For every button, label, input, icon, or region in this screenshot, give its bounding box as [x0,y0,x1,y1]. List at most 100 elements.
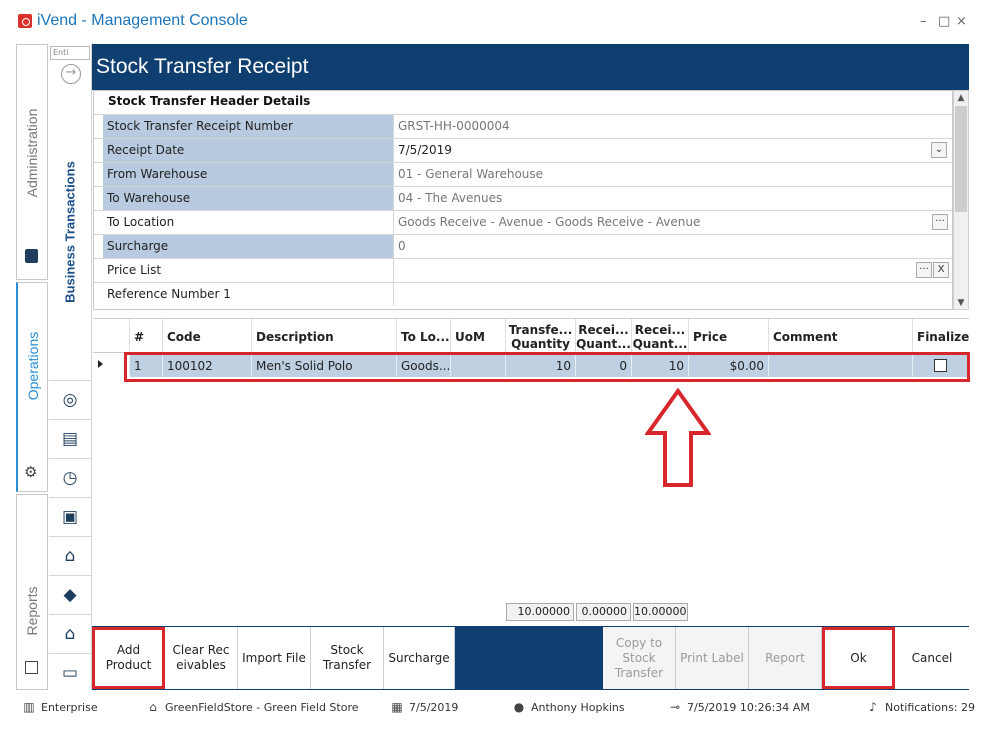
column-header[interactable]: To Lo... [396,319,450,354]
scroll-up-icon[interactable]: ▲ [953,93,969,103]
status-date-label: 7/5/2019 [409,701,459,714]
surcharge-button[interactable]: Surcharge [384,627,455,689]
clear-receivables-label: Clear Receivables [172,643,230,672]
status-date: ▦ 7/5/2019 [390,700,459,715]
status-user: ● Anthony Hopkins [512,700,625,715]
header-row-to-warehouse: To Warehouse 04 - The Avenues [94,186,952,210]
calendar-icon: ▦ [391,700,403,714]
total-received-quantity: 0.00000 [576,603,631,621]
user-icon: ● [513,700,525,714]
receipt-number-field: GRST-HH-0000004 [393,115,952,138]
gear-icon: ⚙ [24,463,38,481]
cash-register-icon[interactable]: ▤ [49,419,91,457]
nav-search-input[interactable]: Enti [50,46,90,60]
status-edition-label: Enterprise [41,701,98,714]
header-label: From Warehouse [103,163,393,186]
chevron-down-icon[interactable]: ⌄ [931,142,947,158]
surcharge-field: 0 [393,235,952,258]
business-transactions-label: Business Transactions [62,161,78,303]
tab-operations-label: Operations [24,331,41,401]
column-header[interactable]: Transfe... Quantity [505,319,575,354]
copy-to-stock-transfer-label: Copy to Stock Transfer [614,635,664,680]
add-product-label: Add Product [105,643,152,672]
import-file-button[interactable]: Import File [238,627,311,689]
header-details-title: Stock Transfer Header Details [108,94,311,108]
from-warehouse-field: 01 - General Warehouse [393,163,952,186]
status-edition: ▥ Enterprise [22,700,98,715]
reference-number-field[interactable] [393,283,952,306]
ellipsis-button[interactable]: ··· [916,262,932,278]
maximize-button[interactable]: □ [938,14,950,29]
status-store: ⌂ GreenFieldStore - Green Field Store [146,700,359,715]
tab-administration[interactable]: Administration [16,44,48,280]
scroll-down-icon[interactable]: ▼ [953,298,969,308]
header-row-reference-number: Reference Number 1 [94,282,952,306]
print-label-button: Print Label [676,627,749,689]
column-header[interactable]: Recei... Quant... [575,319,631,354]
to-location-value: Goods Receive - Avenue - Goods Receive -… [398,215,701,229]
app-logo-icon [18,14,32,28]
window-title: iVend - Management Console [37,12,248,29]
header-label: Surcharge [103,235,393,258]
column-header[interactable]: Code [162,319,251,354]
tab-reports-label: Reports [24,586,40,636]
warehouse-icon[interactable]: ⌂ [49,536,91,574]
bell-icon: ♪ [869,700,877,714]
clear-button[interactable]: X [933,262,949,278]
header-row-from-warehouse: From Warehouse 01 - General Warehouse [94,162,952,186]
column-header[interactable]: Comment [768,319,912,354]
status-store-label: GreenFieldStore - Green Field Store [165,701,359,714]
header-label: Price List [107,263,162,277]
gift-card-icon[interactable]: ▭ [49,653,91,689]
tab-operations[interactable]: Operations ⚙ [16,282,48,492]
header-row-surcharge: Surcharge 0 [94,234,952,258]
receipt-date-field[interactable]: 7/5/2019 ⌄ [393,139,952,162]
report-button: Report [749,627,822,689]
header-row-to-location: To Location Goods Receive - Avenue - Goo… [94,210,952,234]
status-notifications[interactable]: ♪ Notifications: 29 [866,700,975,715]
header-label: Receipt Date [103,139,393,162]
money-bag-icon[interactable]: ◎ [49,380,91,418]
column-header[interactable]: Price [688,319,768,354]
header-label: Stock Transfer Receipt Number [103,115,393,138]
header-row-price-list: Price List ··· X [94,258,952,282]
price-list-field[interactable]: ··· X [393,259,952,282]
receipt-date-value: 7/5/2019 [398,143,452,157]
total-receive-quantity: 10.00000 [633,603,688,621]
warehouse-stock-icon[interactable]: ⌂ [49,614,91,652]
add-product-button[interactable]: Add Product [92,627,165,689]
close-button[interactable]: × [956,14,967,29]
status-datetime-label: 7/5/2019 10:26:34 AM [687,701,810,714]
scrollbar-thumb[interactable] [955,106,967,212]
page-title: Stock Transfer Receipt [96,55,309,78]
status-user-label: Anthony Hopkins [531,701,625,714]
ok-button[interactable]: Ok [822,627,895,689]
column-header[interactable]: Recei... Quant... [631,319,688,354]
tab-reports[interactable]: Reports [16,494,48,690]
stock-transfer-button[interactable]: Stock Transfer [311,627,384,689]
clear-receivables-button[interactable]: Clear Receivables [165,627,238,689]
building-icon: ▥ [23,700,35,714]
column-header[interactable]: Description [251,319,396,354]
header-label: To Location [107,215,175,229]
header-row-receipt-date: Receipt Date 7/5/2019 ⌄ [94,138,952,162]
column-header[interactable]: # [129,319,162,354]
cancel-button[interactable]: Cancel [895,627,969,689]
store-icon: ⌂ [149,700,157,714]
to-location-field[interactable]: Goods Receive - Avenue - Goods Receive -… [393,211,952,234]
annotation-up-arrow [645,388,711,487]
line-items-header: # Code Description To Lo... UoM Transfe.… [93,318,969,354]
minimize-button[interactable]: – [920,14,927,29]
arrow-right-icon[interactable]: → [61,64,81,84]
gift-icon[interactable]: ▣ [49,497,91,535]
annotation-highlight-box [124,352,970,382]
key-icon: ⊸ [669,700,681,714]
tag-icon[interactable]: ◆ [49,575,91,613]
column-header[interactable]: UoM [450,319,505,354]
clock-icon[interactable]: ◷ [49,458,91,496]
administration-icon [25,249,38,263]
ellipsis-button[interactable]: ··· [932,214,948,230]
column-header[interactable]: Finalize [912,319,969,354]
status-datetime: ⊸ 7/5/2019 10:26:34 AM [668,700,810,715]
header-label: Reference Number 1 [107,287,231,301]
